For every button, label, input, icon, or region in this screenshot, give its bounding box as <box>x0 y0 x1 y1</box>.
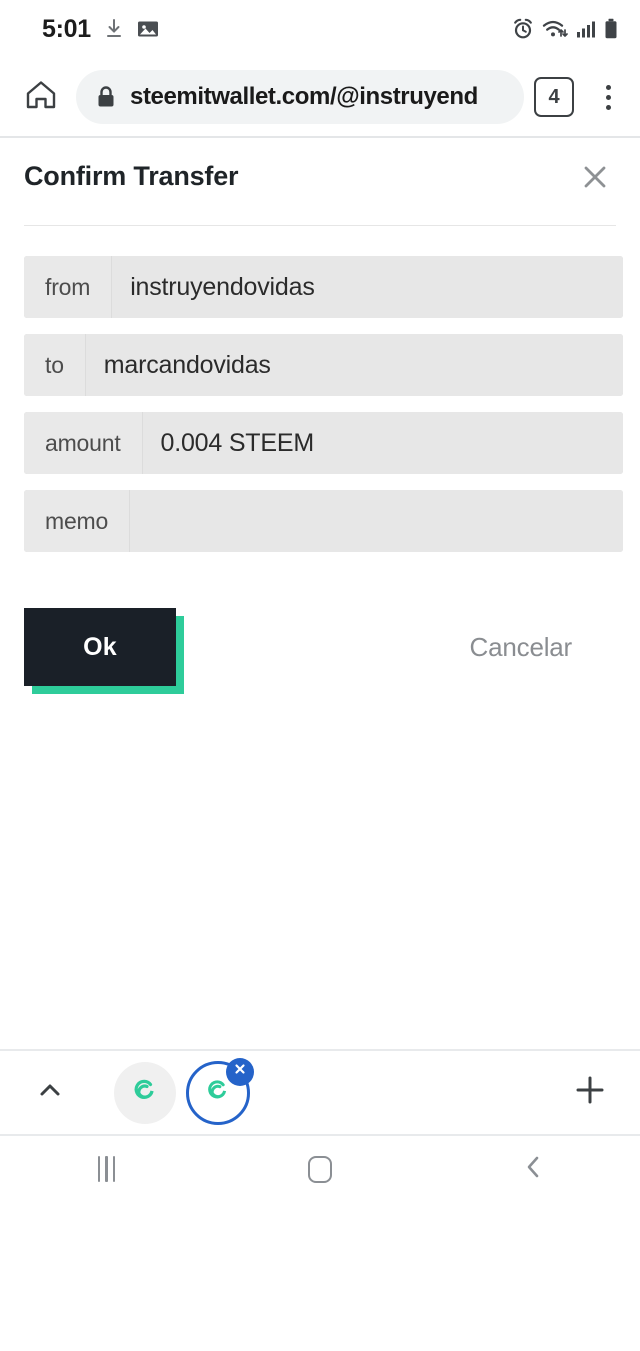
alarm-icon <box>512 18 534 40</box>
tab-close-button[interactable] <box>226 1057 254 1086</box>
confirm-button-wrapper: Ok <box>24 608 184 694</box>
nav-recents-button[interactable] <box>0 1136 213 1202</box>
dialog-header: Confirm Transfer <box>0 138 640 200</box>
transfer-fields: from instruyendovidas to marcandovidas a… <box>0 226 640 552</box>
home-icon <box>307 1155 332 1183</box>
plus-icon <box>572 1072 608 1113</box>
back-icon <box>520 1152 546 1187</box>
overflow-menu-icon[interactable] <box>590 77 626 117</box>
close-icon <box>581 163 609 196</box>
page-content: Confirm Transfer from instruyendovidas t… <box>0 138 640 1202</box>
tab-count-label: 4 <box>548 85 560 108</box>
dialog-close-button[interactable] <box>574 158 616 200</box>
field-label-to: to <box>24 334 86 396</box>
nav-back-button[interactable] <box>427 1136 640 1202</box>
tab-counter-button[interactable]: 4 <box>534 77 574 117</box>
field-row-memo: memo <box>24 490 623 552</box>
expand-tabs-button[interactable] <box>24 1067 76 1119</box>
recents-icon <box>97 1156 116 1182</box>
field-row-from: from instruyendovidas <box>24 256 623 318</box>
nav-home-button[interactable] <box>213 1136 426 1202</box>
tab-list <box>114 1057 254 1125</box>
url-bar[interactable]: steemitwallet.com/@instruyend <box>76 70 524 124</box>
field-row-amount: amount 0.004 STEEM <box>24 412 623 474</box>
browser-tab-strip <box>0 1049 640 1136</box>
steem-favicon <box>128 1073 162 1112</box>
status-bar-right <box>512 18 618 40</box>
chevron-up-icon <box>35 1075 65 1110</box>
confirm-button[interactable]: Ok <box>24 608 176 686</box>
download-icon <box>104 18 124 40</box>
page-title: Confirm Transfer <box>24 161 239 191</box>
field-value-memo <box>130 490 623 552</box>
dialog-actions: Ok Cancelar <box>0 568 640 694</box>
battery-icon <box>604 18 618 40</box>
signal-icon <box>576 19 596 39</box>
new-tab-button[interactable] <box>564 1067 616 1119</box>
close-icon <box>233 1062 247 1081</box>
tab-item-active[interactable] <box>186 1057 254 1125</box>
field-label-memo: memo <box>24 490 131 552</box>
tab-item[interactable] <box>114 1061 176 1124</box>
browser-toolbar: steemitwallet.com/@instruyend 4 <box>0 58 640 136</box>
lock-icon <box>96 85 116 109</box>
android-navigation-bar <box>0 1136 640 1202</box>
field-value-from: instruyendovidas <box>112 256 623 318</box>
field-value-amount: 0.004 STEEM <box>142 412 623 474</box>
cancel-button[interactable]: Cancelar <box>470 632 573 663</box>
status-bar-left: 5:01 <box>42 15 159 44</box>
home-icon <box>24 78 58 117</box>
field-value-to: marcandovidas <box>85 334 623 396</box>
browser-home-button[interactable] <box>18 74 64 120</box>
wifi-icon <box>542 19 568 39</box>
status-bar: 5:01 <box>0 0 640 58</box>
field-row-to: to marcandovidas <box>24 334 623 396</box>
url-text: steemitwallet.com/@instruyend <box>130 83 478 110</box>
field-label-from: from <box>24 256 113 318</box>
image-icon <box>137 19 159 39</box>
status-time: 5:01 <box>42 14 91 43</box>
field-label-amount: amount <box>24 412 143 474</box>
